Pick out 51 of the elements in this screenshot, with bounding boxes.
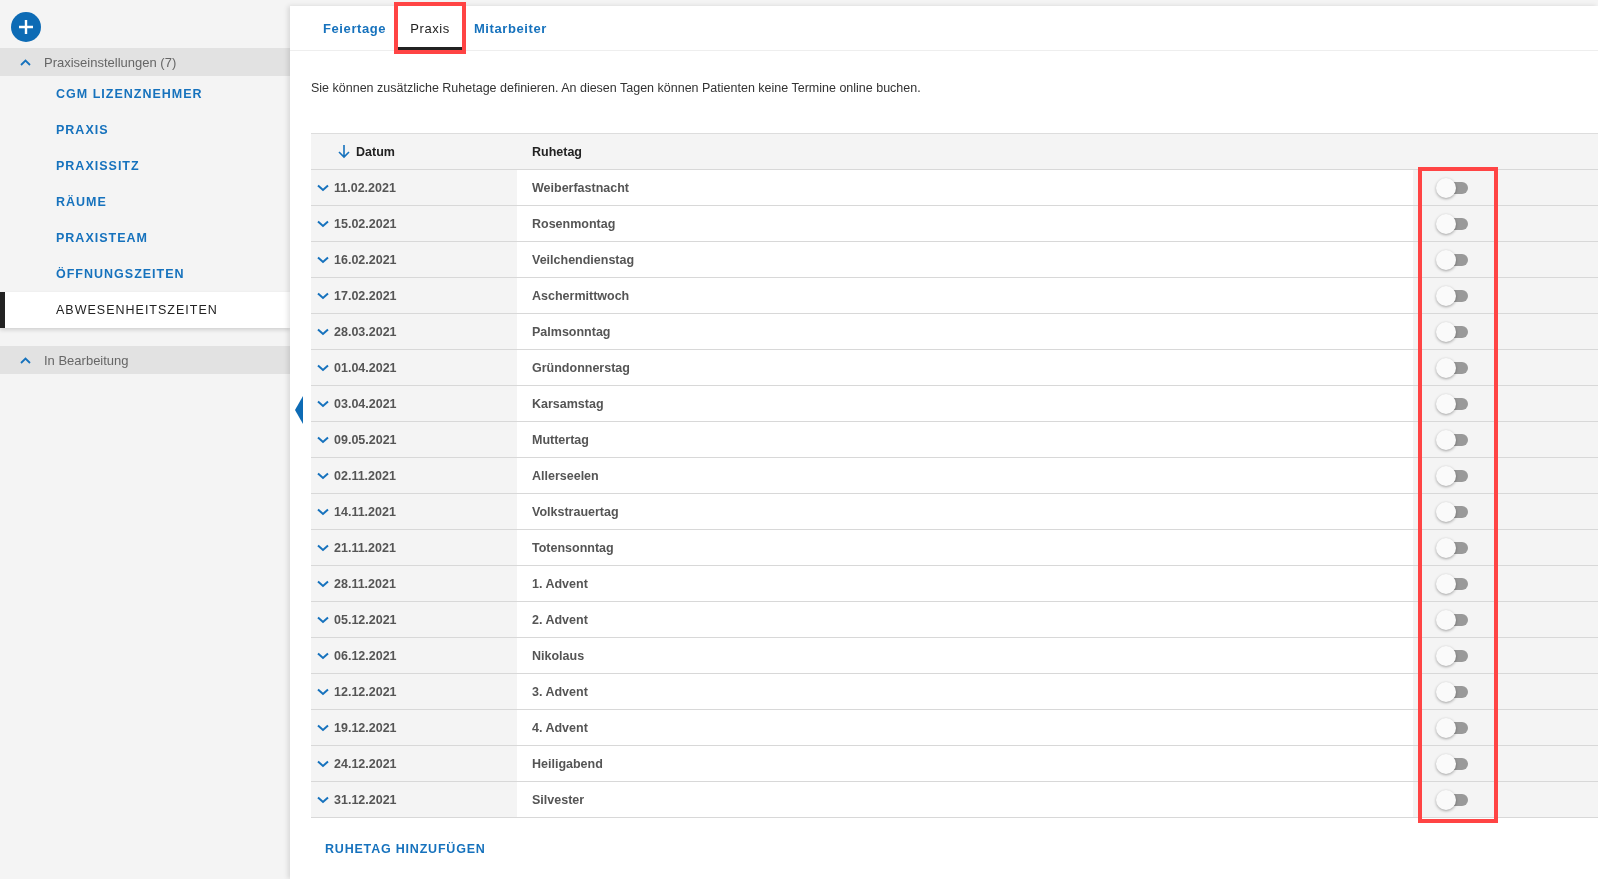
rest-day-cell: Rosenmontag — [532, 216, 616, 231]
rest-day-cell: 1. Advent — [532, 576, 588, 591]
rest-day-cell: 4. Advent — [532, 720, 588, 735]
date-cell: 11.02.2021 — [334, 180, 396, 195]
add-rest-day-button[interactable]: RUHETAG HINZUFÜGEN — [325, 838, 486, 860]
date-cell: 02.11.2021 — [334, 468, 396, 483]
rest-day-cell: Silvester — [532, 792, 585, 807]
rest-day-cell: Allerseelen — [532, 468, 599, 483]
tab[interactable]: Feiertage — [311, 6, 399, 50]
rest-day-cell: Heiligabend — [532, 756, 603, 771]
date-cell: 21.11.2021 — [334, 540, 396, 555]
date-cell: 24.12.2021 — [334, 756, 397, 771]
rest-day-cell: 3. Advent — [532, 684, 588, 699]
rest-day-cell: Veilchendienstag — [532, 252, 635, 267]
date-cell: 06.12.2021 — [334, 648, 397, 663]
sidebar-group-header[interactable]: Praxiseinstellungen (7) — [0, 48, 290, 76]
rest-day-cell: 2. Advent — [532, 612, 588, 627]
date-cell: 14.11.2021 — [334, 504, 396, 519]
date-cell: 01.04.2021 — [334, 360, 397, 375]
date-cell: 31.12.2021 — [334, 792, 397, 807]
sidebar-item[interactable]: PRAXIS — [0, 112, 290, 148]
sidebar-item[interactable]: PRAXISTEAM — [0, 220, 290, 256]
date-cell: 05.12.2021 — [334, 612, 397, 627]
date-cell: 19.12.2021 — [334, 720, 397, 735]
date-cell: 03.04.2021 — [334, 396, 397, 411]
date-cell: 15.02.2021 — [334, 216, 397, 231]
date-cell: 12.12.2021 — [334, 684, 397, 699]
rest-day-cell: Volkstrauertag — [532, 504, 619, 519]
sidebar-item[interactable]: PRAXISSITZ — [0, 148, 290, 184]
rest-day-cell: Weiberfastnacht — [532, 180, 629, 195]
tab[interactable]: Mitarbeiter — [461, 6, 559, 50]
date-cell: 28.11.2021 — [334, 576, 396, 591]
sidebar-group-header[interactable]: In Bearbeitung — [0, 346, 290, 374]
rest-day-cell: Totensonntag — [532, 540, 614, 555]
sidebar-item[interactable]: ÖFFNUNGSZEITEN — [0, 256, 290, 292]
description-text: Sie können zusätzliche Ruhetage definieren. An diesen Tagen können Patienten keine Termine online buchen. — [311, 81, 922, 95]
column-header: Datum — [356, 144, 395, 159]
rest-day-cell: Muttertag — [532, 432, 589, 447]
date-cell: 09.05.2021 — [334, 432, 397, 447]
rest-day-cell: Aschermittwoch — [532, 288, 630, 303]
column-header: Ruhetag — [532, 144, 582, 159]
rest-day-cell: Karsamstag — [532, 396, 604, 411]
rest-day-cell: Palmsonntag — [532, 324, 611, 339]
date-cell: 16.02.2021 — [334, 252, 397, 267]
sidebar-item[interactable]: RÄUME — [0, 184, 290, 220]
date-cell: 28.03.2021 — [334, 324, 397, 339]
sidebar-item[interactable]: CGM LIZENZNEHMER — [0, 76, 290, 112]
sidebar-item[interactable]: ABWESENHEITSZEITEN — [0, 292, 290, 328]
rest-day-cell: Gründonnerstag — [532, 360, 630, 375]
date-cell: 17.02.2021 — [334, 288, 397, 303]
rest-day-cell: Nikolaus — [532, 648, 585, 663]
